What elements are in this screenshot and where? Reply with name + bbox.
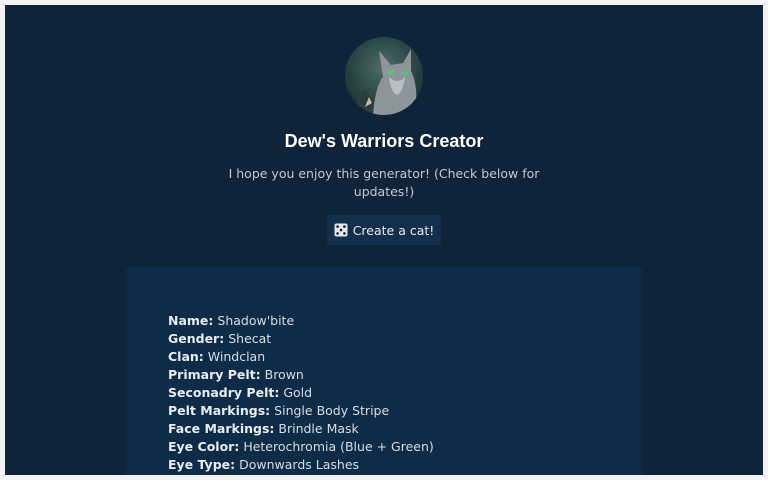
page-subtitle: I hope you enjoy this generator! (Check … [228, 166, 540, 199]
cat-field-eye-color: Eye Color: Heterochromia (Blue + Green) [168, 439, 434, 454]
cat-details-list: Name: Shadow'bite Gender: Shecat Clan: W… [168, 312, 434, 474]
dice-icon [334, 223, 348, 237]
page-title: Dew's Warriors Creator [284, 131, 484, 151]
cat-field-pelt-markings: Pelt Markings: Single Body Stripe [168, 403, 390, 418]
cat-field-eye-type: Eye Type: Downwards Lashes [168, 457, 360, 472]
cat-field-gender: Gender: Shecat [168, 331, 272, 346]
generator-page: Dew's Warriors Creator I hope you enjoy … [5, 5, 763, 475]
create-cat-button[interactable]: Create a cat! [327, 215, 441, 245]
cat-field-secondary-pelt: Seconadry Pelt: Gold [168, 385, 313, 400]
cat-result-card: Name: Shadow'bite Gender: Shecat Clan: W… [126, 267, 642, 475]
cat-avatar-icon [345, 37, 423, 115]
cat-field-clan: Clan: Windclan [168, 349, 266, 364]
cat-field-primary-pelt: Primary Pelt: Brown [168, 367, 304, 382]
cat-field-name: Name: Shadow'bite [168, 313, 295, 328]
cat-field-face-markings: Face Markings: Brindle Mask [168, 421, 359, 436]
create-cat-label: Create a cat! [352, 222, 435, 238]
